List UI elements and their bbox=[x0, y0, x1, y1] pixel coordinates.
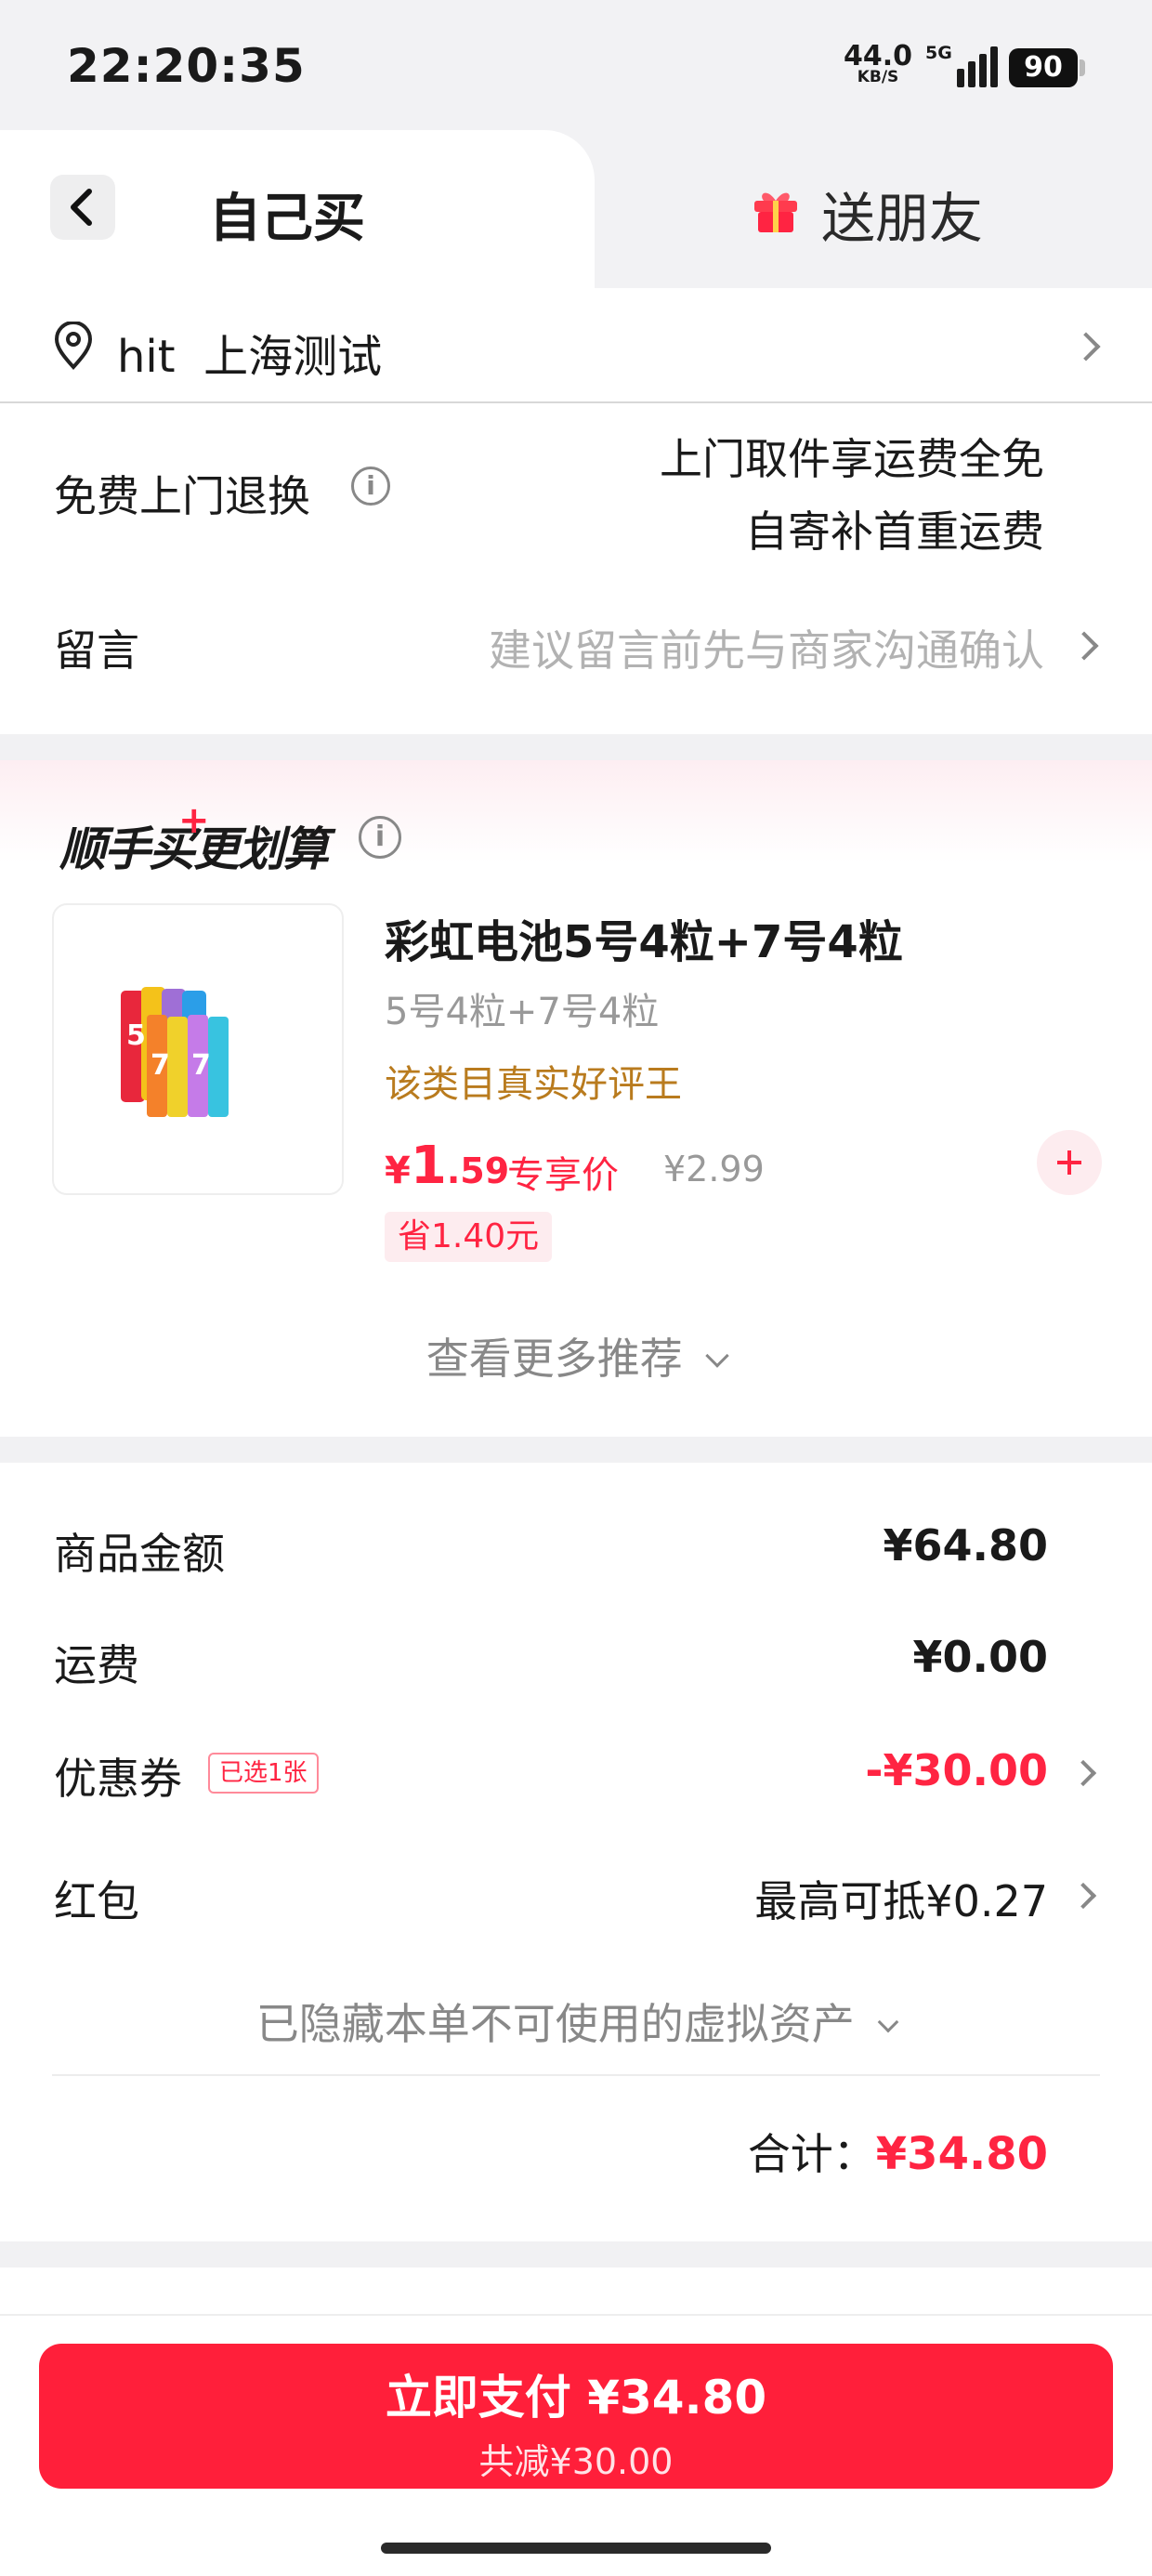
tab-gift-friend[interactable]: 送朋友 bbox=[821, 175, 983, 253]
message-input[interactable]: 建议留言前先与商家沟通确认 bbox=[489, 617, 1044, 678]
status-time: 22:20:35 bbox=[67, 39, 306, 93]
coupon-value[interactable]: -¥30.00 bbox=[865, 1745, 1048, 1795]
pay-discount-label: 共减¥30.00 bbox=[478, 2441, 674, 2482]
signal-icon bbox=[957, 46, 1000, 87]
product-tag: 该类目真实好评王 bbox=[385, 1063, 682, 1106]
gift-icon bbox=[754, 192, 797, 232]
product-image[interactable]: 5 7 7 bbox=[52, 903, 344, 1195]
total-value: ¥34.80 bbox=[875, 2128, 1048, 2180]
section-divider bbox=[0, 1437, 1152, 1463]
chevron-right-icon bbox=[1069, 631, 1099, 661]
svg-text:7: 7 bbox=[151, 1049, 170, 1082]
shipping-value: ¥0.00 bbox=[912, 1632, 1048, 1682]
svg-text:5: 5 bbox=[126, 1019, 146, 1052]
chevron-left-icon bbox=[71, 189, 92, 226]
price-currency: ¥ bbox=[385, 1150, 411, 1192]
coupon-selected-badge: 已选1张 bbox=[208, 1753, 319, 1794]
chevron-down-icon bbox=[877, 2011, 899, 2033]
network-speed: 44.0 KB/S bbox=[844, 43, 912, 86]
price-decimal: .59 bbox=[446, 1150, 510, 1191]
free-return-label: 免费上门退换 bbox=[54, 471, 310, 521]
tab-self-buy[interactable]: 自己买 bbox=[0, 130, 595, 288]
add-to-order-button[interactable] bbox=[1037, 1130, 1102, 1195]
battery-tip bbox=[1080, 59, 1085, 76]
location-pin-icon bbox=[54, 322, 93, 370]
chevron-down-icon bbox=[705, 1344, 730, 1368]
product-price: ¥1.59 bbox=[385, 1136, 509, 1196]
info-icon[interactable]: i bbox=[351, 467, 390, 506]
home-indicator[interactable] bbox=[381, 2543, 771, 2554]
tab-self-buy-label: 自己买 bbox=[209, 189, 365, 249]
free-return-row: 免费上门退换 i 上门取件享运费全免 自寄补首重运费 bbox=[0, 405, 1152, 572]
total-label: 合计： bbox=[747, 2129, 876, 2179]
view-more-label: 查看更多推荐 bbox=[425, 1334, 683, 1384]
battery-product-icon: 5 7 7 bbox=[121, 987, 229, 1117]
red-packet-value[interactable]: 最高可抵¥0.27 bbox=[754, 1868, 1048, 1929]
view-more-recommendations[interactable]: 查看更多推荐 bbox=[0, 1325, 1152, 1387]
network-type: 5G bbox=[925, 43, 952, 63]
address-text: hit 上海测试 bbox=[117, 331, 383, 383]
divider bbox=[52, 2074, 1100, 2076]
product-spec: 5号4粒+7号4粒 bbox=[385, 991, 660, 1033]
pay-now-button[interactable]: 立即支付 ¥34.80 共减¥30.00 bbox=[39, 2344, 1113, 2489]
hidden-assets-label: 已隐藏本单不可使用的虚拟资产 bbox=[255, 1999, 855, 2049]
section-divider bbox=[0, 2241, 1152, 2267]
address-row[interactable]: hit 上海测试 bbox=[0, 288, 1152, 403]
chevron-right-icon bbox=[1071, 332, 1101, 361]
price-label: 专享价 bbox=[507, 1154, 619, 1197]
price-integer: 1 bbox=[410, 1136, 447, 1196]
product-title[interactable]: 彩虹电池5号4粒+7号4粒 bbox=[385, 905, 903, 970]
hidden-assets-toggle[interactable]: 已隐藏本单不可使用的虚拟资产 bbox=[0, 1991, 1152, 2052]
goods-amount-value: ¥64.80 bbox=[883, 1520, 1048, 1571]
save-badge: 省1.40元 bbox=[385, 1212, 553, 1262]
coupon-label: 优惠券 bbox=[54, 1754, 182, 1804]
svg-text:7: 7 bbox=[191, 1049, 211, 1082]
pay-now-label: 立即支付 ¥34.80 bbox=[385, 2371, 767, 2425]
chevron-right-icon bbox=[1069, 1882, 1097, 1910]
payment-bar: 立即支付 ¥34.80 共减¥30.00 bbox=[0, 2314, 1152, 2576]
goods-amount-label: 商品金额 bbox=[54, 1529, 225, 1579]
status-bar: 22:20:35 44.0 KB/S 5G 90 bbox=[0, 0, 1152, 130]
plus-icon: + bbox=[178, 799, 210, 842]
add-on-recommendation: 顺手买更划算 + i 5 7 7 彩虹电池5号4粒+7号4粒 5号4粒+7号4粒… bbox=[0, 760, 1152, 1437]
info-icon[interactable]: i bbox=[359, 816, 401, 859]
original-price: ¥2.99 bbox=[663, 1149, 765, 1189]
battery-icon: 90 bbox=[1009, 48, 1078, 87]
message-label: 留言 bbox=[54, 625, 139, 676]
chevron-right-icon bbox=[1069, 1759, 1097, 1787]
purchase-mode-tabs: 自己买 送朋友 bbox=[0, 130, 1152, 288]
free-return-desc-1: 上门取件享运费全免 bbox=[660, 434, 1044, 484]
red-packet-label: 红包 bbox=[54, 1876, 139, 1926]
free-return-desc-2: 自寄补首重运费 bbox=[745, 506, 1044, 557]
section-divider bbox=[0, 734, 1152, 760]
shipping-label: 运费 bbox=[54, 1640, 139, 1690]
back-button[interactable] bbox=[50, 175, 115, 240]
total-row: 合计：¥34.80 bbox=[748, 2121, 1048, 2182]
